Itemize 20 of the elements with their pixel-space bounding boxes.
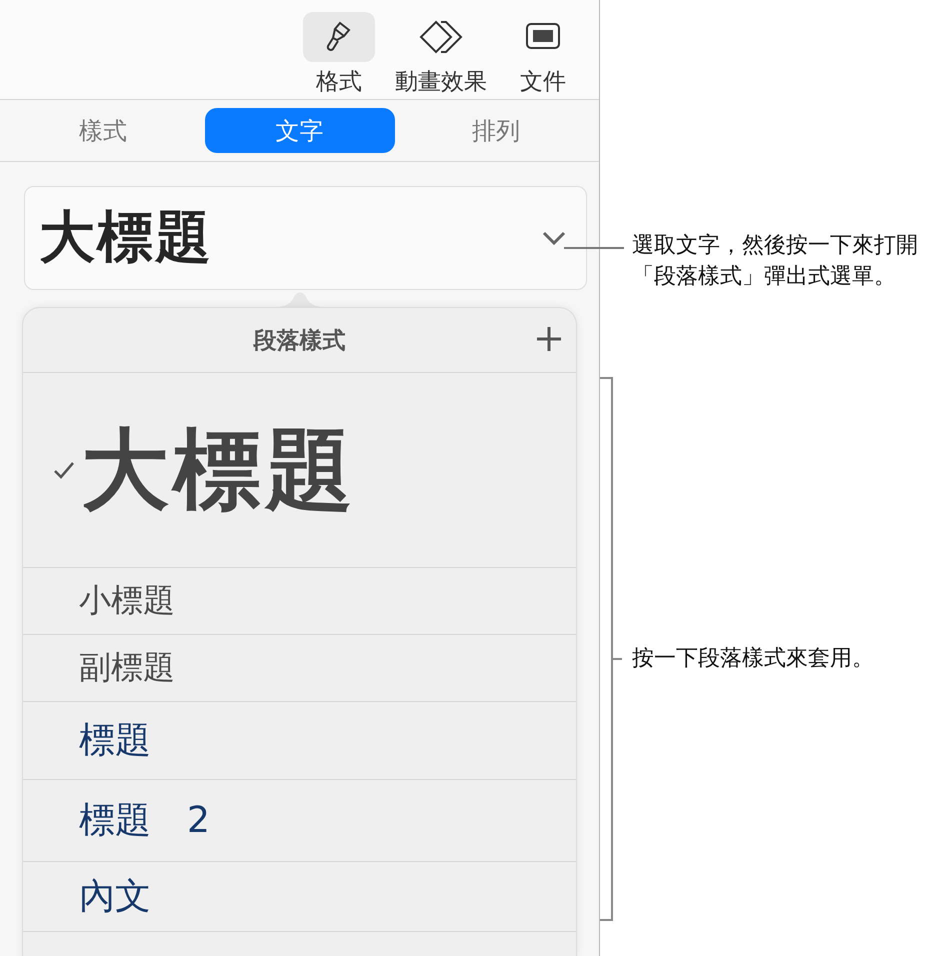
- paragraph-style-item[interactable]: 標題: [79, 716, 151, 765]
- toolbar-button[interactable]: 動畫效果: [389, 12, 493, 97]
- paragraph-style-field[interactable]: 大標題: [24, 186, 587, 290]
- diamonds-icon: [419, 20, 463, 54]
- paragraph-style-item[interactable]: 副標題: [79, 646, 175, 690]
- callout-text: 選取文字，然後按一下來打開「段落樣式」彈出式選單。: [632, 232, 919, 291]
- paragraph-style-item[interactable]: 標題 2: [79, 796, 210, 845]
- tab[interactable]: 文字: [204, 108, 394, 153]
- tab[interactable]: 排列: [401, 108, 591, 153]
- document-icon: [525, 22, 561, 52]
- tab[interactable]: 樣式: [8, 108, 198, 153]
- leader-line: [564, 247, 624, 249]
- popover-title: 段落樣式: [254, 326, 346, 356]
- toolbar-button[interactable]: 文件: [501, 12, 585, 97]
- paragraph-style-item[interactable]: 內文: [79, 872, 151, 921]
- chevron-down-icon: [542, 231, 566, 245]
- paragraph-style-item[interactable]: 大標題: [81, 410, 357, 530]
- callout-text: 按一下段落樣式來套用。: [632, 645, 875, 673]
- add-button[interactable]: [534, 324, 564, 354]
- paragraph-style-item[interactable]: 小標題: [79, 579, 175, 623]
